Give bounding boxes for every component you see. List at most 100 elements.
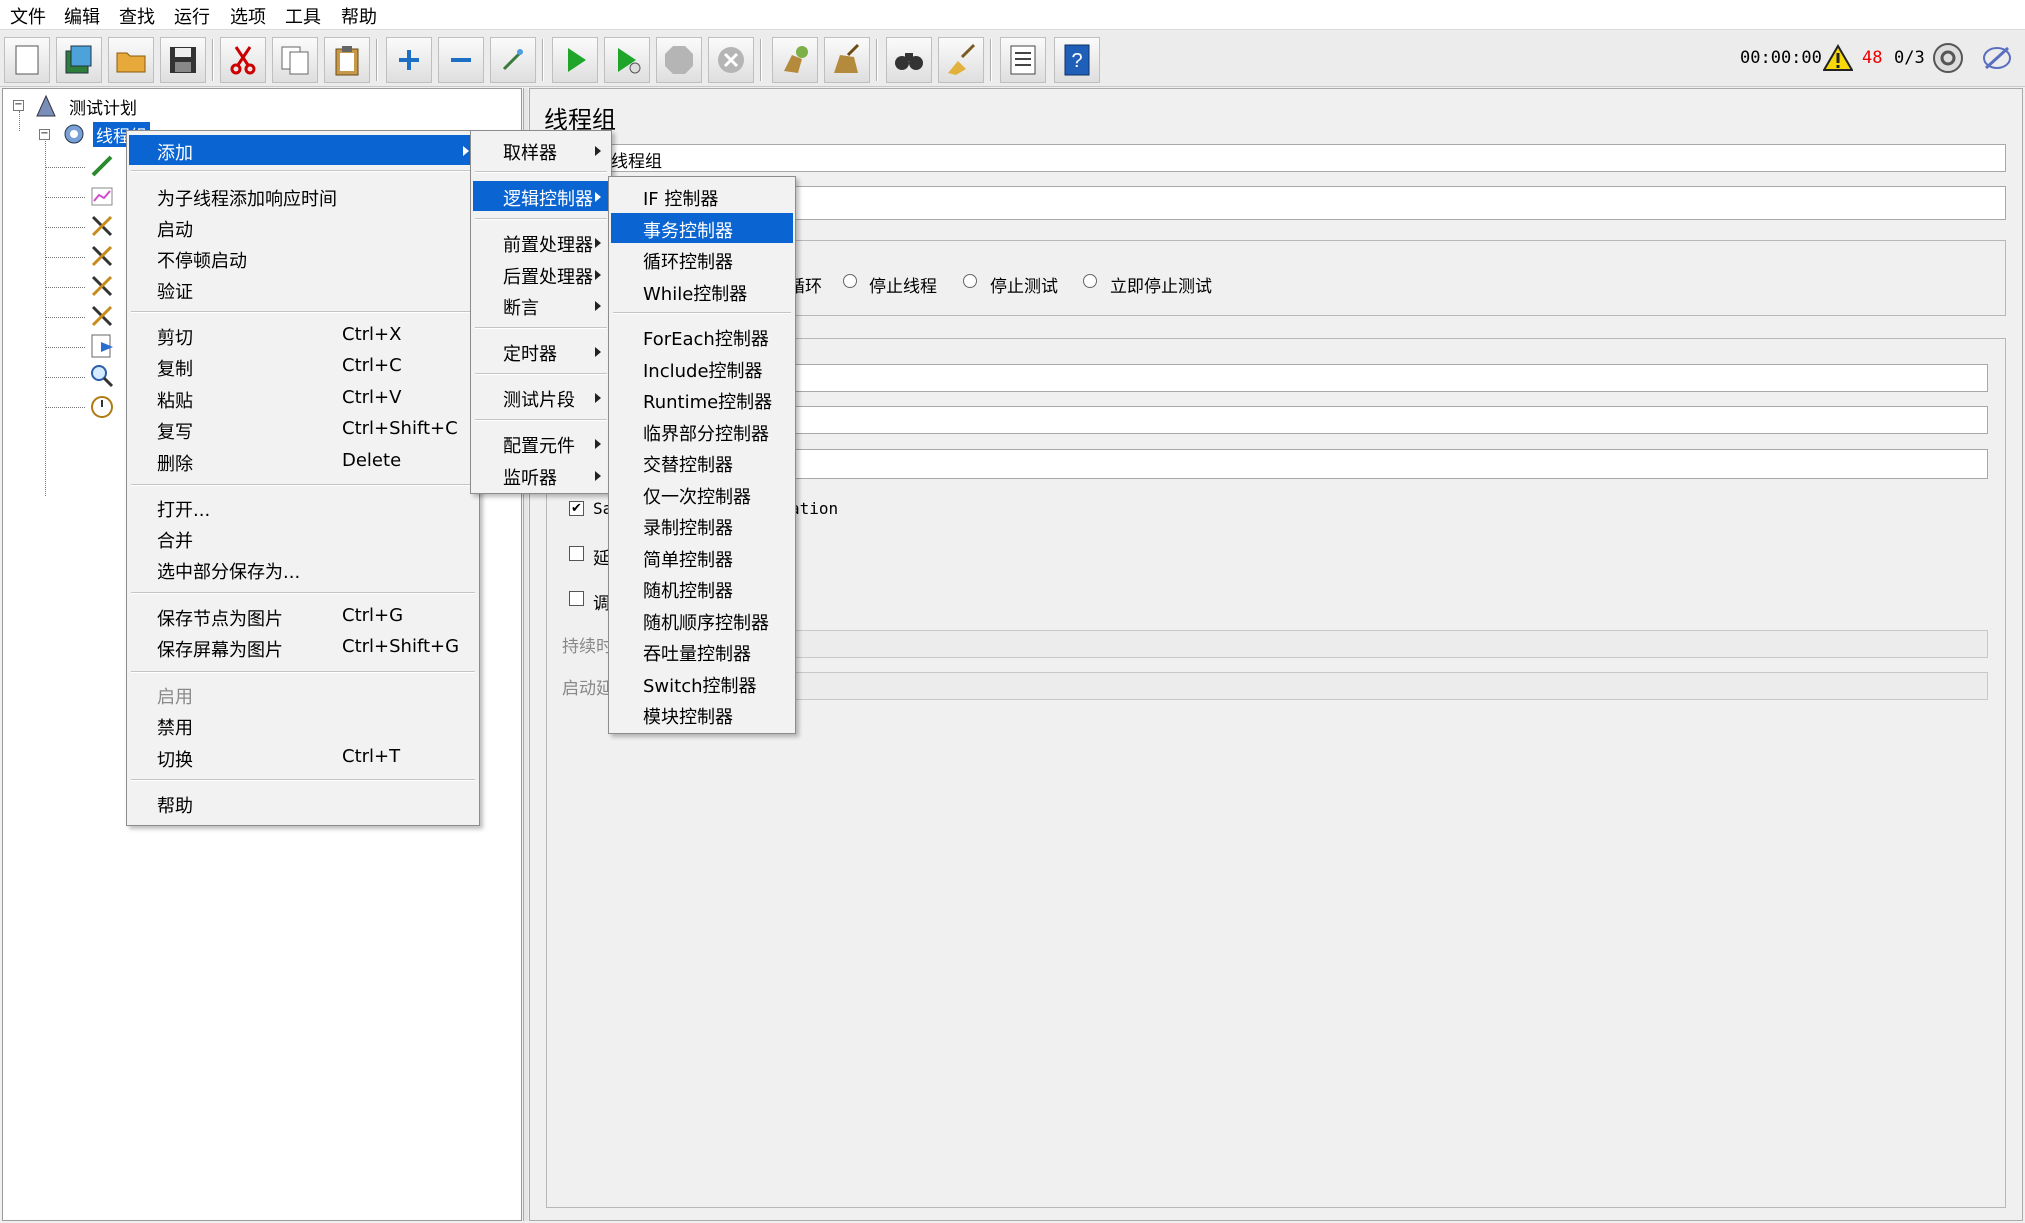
menu-item-save-node-image[interactable]: 保存节点为图片 Ctrl+G xyxy=(129,601,477,631)
menu-item-start[interactable]: 启动 xyxy=(129,212,477,242)
submenu-item-post-processor[interactable]: 后置处理器 xyxy=(473,259,609,289)
menu-item-validate[interactable]: 验证 xyxy=(129,274,477,304)
radio-stop-test[interactable] xyxy=(963,274,977,288)
menu-edit[interactable]: 编辑 xyxy=(64,3,100,29)
logic-item-once-only[interactable]: 仅一次控制器 xyxy=(611,479,793,509)
menu-item-delete[interactable]: 删除 Delete xyxy=(129,446,477,476)
logic-item-runtime[interactable]: Runtime控制器 xyxy=(611,384,793,414)
shutdown-button[interactable] xyxy=(708,37,754,83)
stop-button[interactable] xyxy=(656,37,702,83)
search-button[interactable] xyxy=(886,37,932,83)
toggle-button[interactable] xyxy=(490,37,536,83)
menu-item-cut[interactable]: 剪切 Ctrl+X xyxy=(129,320,477,350)
expand-all-button[interactable] xyxy=(386,37,432,83)
startup-delay-field[interactable] xyxy=(608,672,1988,700)
name-field[interactable]: 线程组 xyxy=(608,144,2006,172)
delay-thread-creation-checkbox[interactable] xyxy=(569,546,584,561)
logic-item-throughput[interactable]: 吞吐量控制器 xyxy=(611,636,793,666)
logic-item-random-order[interactable]: 随机顺序控制器 xyxy=(611,605,793,635)
duration-field[interactable] xyxy=(608,630,1988,658)
logic-item-recording[interactable]: 录制控制器 xyxy=(611,510,793,540)
start-no-pause-button[interactable] xyxy=(604,37,650,83)
log-viewer-icon[interactable] xyxy=(1980,42,2014,74)
templates-button[interactable] xyxy=(56,37,102,83)
menu-item-toggle[interactable]: 切换 Ctrl+T xyxy=(129,742,477,772)
logic-item-interleave[interactable]: 交替控制器 xyxy=(611,447,793,477)
threads-count-field[interactable] xyxy=(608,364,1988,392)
submenu-item-logic-controller[interactable]: 逻辑控制器 xyxy=(473,181,609,211)
start-button[interactable] xyxy=(552,37,598,83)
collapse-all-button[interactable] xyxy=(438,37,484,83)
logic-item-module[interactable]: 模块控制器 xyxy=(611,699,793,729)
collapse-toggle[interactable]: − xyxy=(13,100,24,111)
logic-item-if[interactable]: IF 控制器 xyxy=(611,181,793,211)
toolbar-separator xyxy=(542,39,544,81)
submenu-item-pre-processor[interactable]: 前置处理器 xyxy=(473,227,609,257)
menu-item-merge[interactable]: 合并 xyxy=(129,523,477,553)
logic-item-simple[interactable]: 简单控制器 xyxy=(611,542,793,572)
radio-stop-test-now[interactable] xyxy=(1083,274,1097,288)
menu-item-add[interactable]: 添加 xyxy=(129,135,477,165)
scheduler-checkbox[interactable] xyxy=(569,591,584,606)
tree-node-test-plan[interactable]: 测试计划 xyxy=(69,94,137,119)
context-menu: 添加 为子线程添加响应时间 启动 不停顿启动 验证 剪切 Ctrl+X 复制 Ctr… xyxy=(126,130,480,826)
clear-all-button[interactable] xyxy=(824,37,870,83)
magnifier-icon xyxy=(91,365,114,388)
clear-button[interactable] xyxy=(772,37,818,83)
submenu-item-listener[interactable]: 监听器 xyxy=(473,460,609,490)
menu-item-open[interactable]: 打开... xyxy=(129,492,477,522)
menu-run[interactable]: 运行 xyxy=(174,3,210,29)
menu-item-save-screen-image[interactable]: 保存屏幕为图片 Ctrl+Shift+G xyxy=(129,632,477,662)
logic-item-foreach[interactable]: ForEach控制器 xyxy=(611,321,793,351)
logic-item-transaction[interactable]: 事务控制器 xyxy=(611,213,793,243)
menu-item-disable[interactable]: 禁用 xyxy=(129,710,477,740)
toolbar-separator xyxy=(990,39,992,81)
copy-button[interactable] xyxy=(272,37,318,83)
new-button[interactable] xyxy=(4,37,50,83)
warning-icon[interactable] xyxy=(1823,44,1853,72)
clipboard-icon xyxy=(335,46,359,76)
radio-label-stop-thread: 停止线程 xyxy=(869,277,937,297)
menu-item-duplicate[interactable]: 复写 Ctrl+Shift+C xyxy=(129,414,477,444)
logic-item-loop[interactable]: 循环控制器 xyxy=(611,244,793,274)
submenu-item-sampler[interactable]: 取样器 xyxy=(473,135,609,165)
menu-options[interactable]: 选项 xyxy=(230,3,266,29)
logic-item-while[interactable]: While控制器 xyxy=(611,276,793,306)
menu-item-start-no-pause[interactable]: 不停顿启动 xyxy=(129,243,477,273)
menu-item-paste[interactable]: 粘贴 Ctrl+V xyxy=(129,383,477,413)
function-helper-button[interactable] xyxy=(1000,37,1046,83)
collapse-toggle[interactable]: − xyxy=(39,129,50,140)
cut-button[interactable] xyxy=(220,37,266,83)
submenu-item-config-element[interactable]: 配置元件 xyxy=(473,428,609,458)
menu-help[interactable]: 帮助 xyxy=(341,3,377,29)
same-user-checkbox[interactable]: ✔ xyxy=(569,501,584,516)
menu-item-add-response-time[interactable]: 为子线程添加响应时间 xyxy=(129,181,477,211)
svg-text:?: ? xyxy=(1071,50,1082,72)
reset-search-button[interactable] xyxy=(938,37,984,83)
radio-stop-thread[interactable] xyxy=(843,274,857,288)
logic-item-random[interactable]: 随机控制器 xyxy=(611,573,793,603)
menu-item-help[interactable]: 帮助 xyxy=(129,788,477,818)
open-button[interactable] xyxy=(108,37,154,83)
ramp-up-field[interactable] xyxy=(608,406,1988,434)
logic-item-include[interactable]: Include控制器 xyxy=(611,353,793,383)
submenu-item-test-fragment[interactable]: 测试片段 xyxy=(473,382,609,412)
document-arrow-icon xyxy=(91,334,113,358)
menu-file[interactable]: 文件 xyxy=(10,3,46,29)
logic-item-critical-section[interactable]: 临界部分控制器 xyxy=(611,416,793,446)
copy-icon xyxy=(281,46,309,75)
loop-count-field[interactable] xyxy=(608,449,1988,479)
save-button[interactable] xyxy=(160,37,206,83)
submenu-item-assertion[interactable]: 断言 xyxy=(473,290,609,320)
paste-button[interactable] xyxy=(324,37,370,83)
menu-search[interactable]: 查找 xyxy=(119,3,155,29)
menu-item-save-selection-as[interactable]: 选中部分保存为... xyxy=(129,554,477,584)
help-button[interactable]: ? xyxy=(1054,37,1100,83)
tools-icon xyxy=(91,245,113,267)
submenu-item-timer[interactable]: 定时器 xyxy=(473,336,609,366)
menu-tools[interactable]: 工具 xyxy=(285,3,321,29)
comments-field[interactable] xyxy=(608,186,2006,220)
menu-separator xyxy=(475,218,607,220)
logic-item-switch[interactable]: Switch控制器 xyxy=(611,668,793,698)
menu-item-copy[interactable]: 复制 Ctrl+C xyxy=(129,351,477,381)
